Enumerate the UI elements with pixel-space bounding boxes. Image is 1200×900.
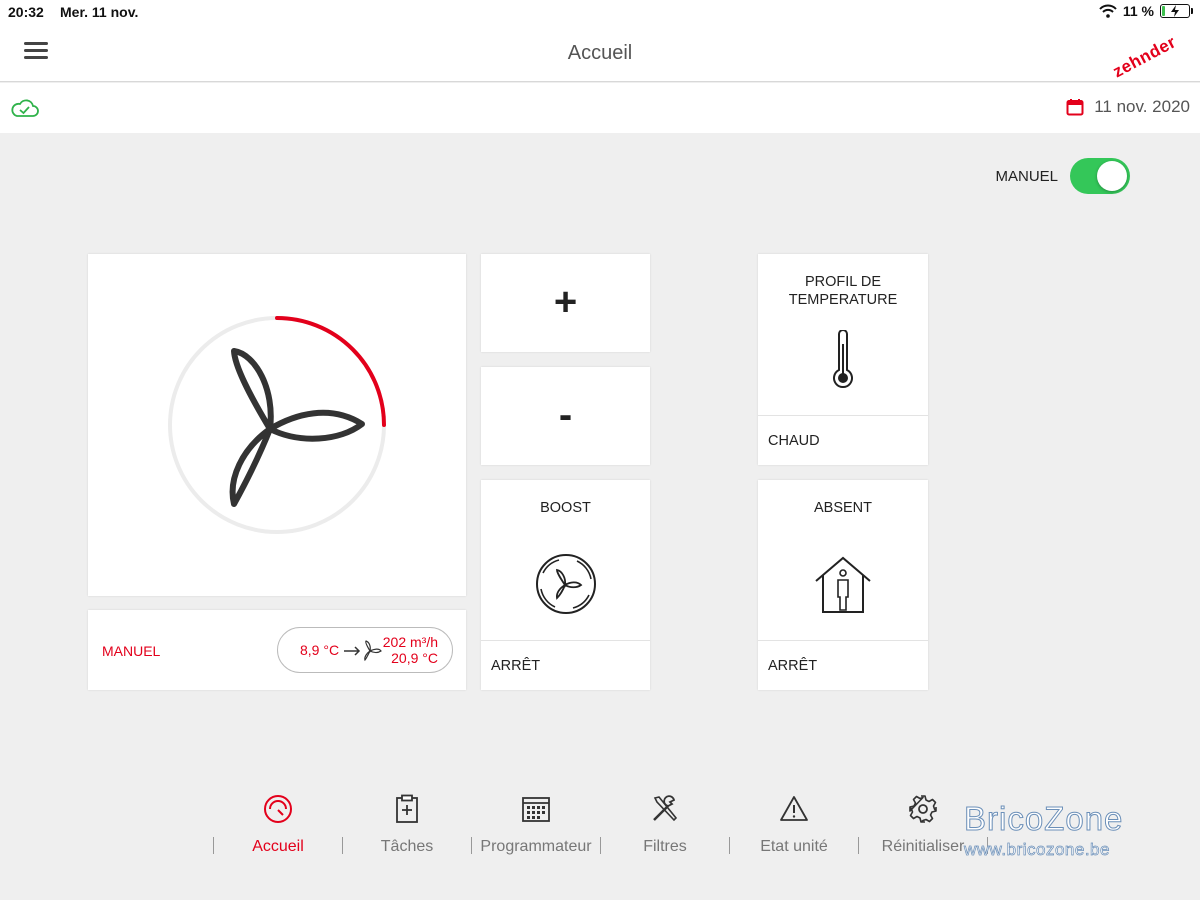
battery-percent: 11 % (1122, 3, 1154, 19)
tab-label: Programmateur (480, 838, 592, 855)
status-right: 11 % (1099, 3, 1193, 19)
fan-speed-card[interactable] (88, 254, 466, 596)
boost-state: ARRÊT (491, 658, 541, 674)
status-date: Mer. 11 nov. (60, 4, 139, 20)
airflow-pill: 8,9 °C 202 m³/h 20,9 °C (277, 627, 453, 673)
manual-switch[interactable] (1070, 158, 1130, 194)
arrow-fan-icon (344, 640, 382, 662)
manual-mode-toggle: MANUEL (995, 158, 1130, 194)
watermark-url: www.bricozone.be (964, 840, 1110, 860)
boost-state-row: ARRÊT (481, 640, 650, 690)
decrease-speed-button[interactable]: - (481, 367, 650, 465)
tab-label: Réinitialiser (881, 838, 965, 855)
boost-tile[interactable]: BOOST ARRÊT (481, 480, 650, 690)
wifi-icon (1099, 4, 1117, 18)
tab-programmateur[interactable]: Programmateur (471, 794, 601, 856)
tab-filtres[interactable]: Filtres (600, 794, 730, 856)
boost-fan-icon (535, 554, 596, 614)
nav-bar: Accueil zehnder (0, 24, 1200, 82)
minus-label: - (558, 393, 573, 437)
info-bar: 11 nov. 2020 (0, 83, 1200, 133)
boost-title: BOOST (540, 500, 591, 516)
fan-speed-arc (275, 316, 386, 427)
mode-label: MANUEL (102, 643, 161, 659)
watermark: BricoZone www.bricozone.be (963, 800, 1124, 860)
calendar-grid-icon (522, 797, 550, 822)
ios-status-bar: 20:32 Mer. 11 nov. 11 % (0, 0, 1200, 24)
tab-label: Tâches (380, 838, 434, 855)
temperature-profile-tile[interactable]: PROFIL DE TEMPERATURE CHAUD (758, 254, 928, 465)
profile-title: PROFIL DE TEMPERATURE (758, 273, 928, 309)
date-display[interactable]: 11 nov. 2020 (1066, 97, 1190, 117)
tab-label: Etat unité (760, 838, 828, 855)
manual-toggle-label: MANUEL (995, 167, 1058, 185)
absent-title: ABSENT (813, 500, 872, 516)
page-title: Accueil (567, 42, 633, 64)
supply-temp: 20,9 °C (391, 650, 438, 666)
profile-state: CHAUD (768, 433, 820, 449)
absent-state: ARRÊT (768, 658, 818, 674)
fan-speed-dial (168, 316, 386, 534)
profile-state-row: CHAUD (758, 415, 928, 465)
ventilation-status-card: MANUEL 8,9 °C 202 m³/h 20,9 °C (88, 610, 466, 690)
profile-title-line2: TEMPERATURE (788, 292, 898, 308)
gear-icon (909, 795, 937, 823)
plus-label: + (553, 280, 578, 324)
profile-title-line1: PROFIL DE (804, 274, 881, 290)
tools-icon (653, 795, 678, 822)
current-date: 11 nov. 2020 (1094, 97, 1190, 116)
fan-icon (229, 348, 365, 507)
tab-accueil[interactable]: Accueil (213, 794, 343, 856)
warning-icon (780, 796, 808, 821)
flow-values: 202 m³/h 20,9 °C (383, 634, 438, 666)
tab-taches[interactable]: Tâches (342, 794, 472, 856)
calendar-icon (1066, 99, 1084, 116)
tab-label: Filtres (643, 838, 687, 855)
watermark-title: BricoZone (963, 800, 1124, 838)
gauge-icon (264, 795, 292, 823)
increase-speed-button[interactable]: + (481, 254, 650, 352)
outdoor-temp: 8,9 °C (300, 642, 340, 658)
clipboard-plus-icon (396, 794, 418, 823)
absent-tile[interactable]: ABSENT ARRÊT (758, 480, 928, 690)
tab-etat-unite[interactable]: Etat unité (729, 794, 859, 856)
cloud-check-icon[interactable] (10, 97, 40, 119)
absent-state-row: ARRÊT (758, 640, 928, 690)
house-person-icon (815, 556, 871, 613)
thermometer-icon (833, 330, 853, 389)
battery-icon (1160, 4, 1193, 18)
status-time: 20:32 (8, 4, 44, 20)
tab-label: Accueil (252, 838, 304, 855)
airflow-rate: 202 m³/h (382, 634, 438, 650)
